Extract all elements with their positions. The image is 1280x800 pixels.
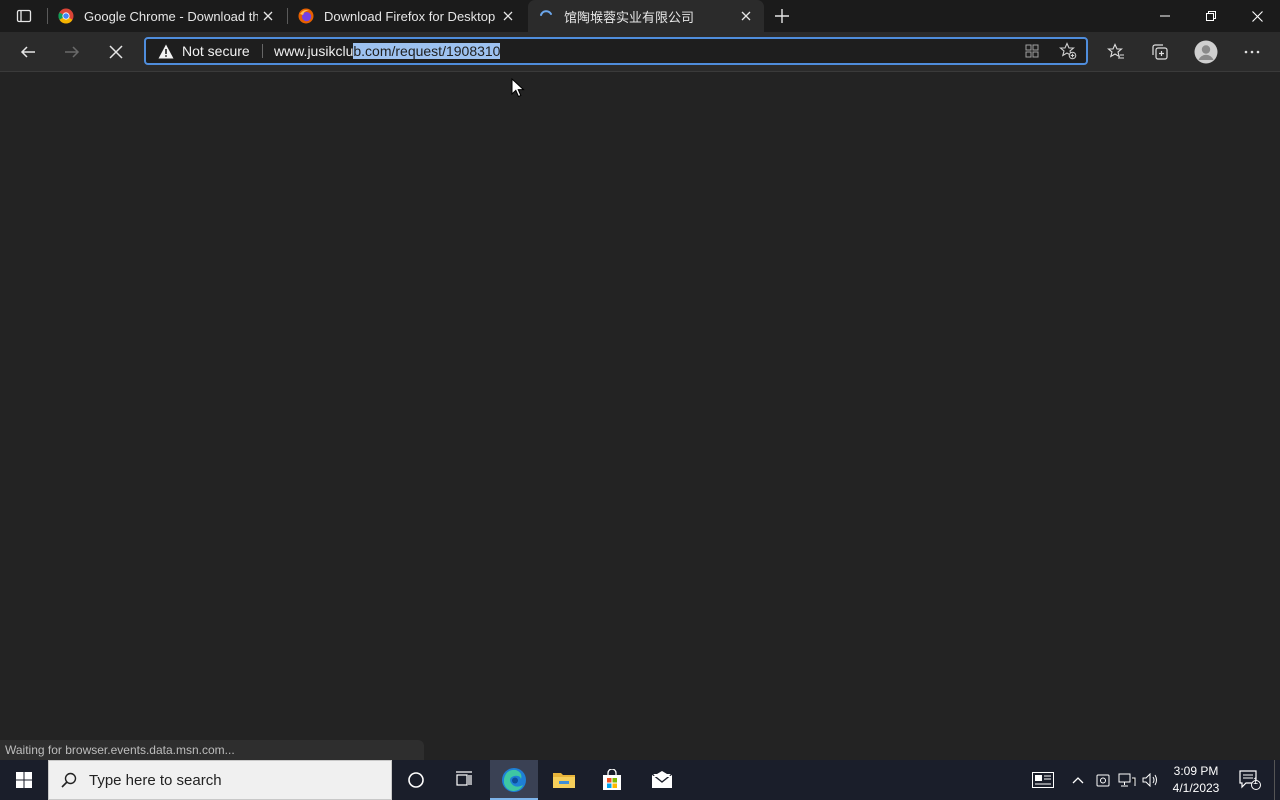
task-view-button[interactable] bbox=[440, 760, 488, 800]
app-grid-icon bbox=[1025, 44, 1039, 58]
clock-date: 4/1/2023 bbox=[1172, 781, 1220, 795]
restore-button[interactable] bbox=[1188, 0, 1234, 32]
favorites-icon bbox=[1107, 43, 1124, 59]
settings-menu-button[interactable] bbox=[1236, 36, 1268, 68]
start-button[interactable] bbox=[0, 760, 48, 800]
restore-icon bbox=[1206, 11, 1216, 21]
mouse-cursor-icon bbox=[511, 78, 525, 98]
tab-chrome[interactable]: Google Chrome - Download the bbox=[48, 0, 286, 32]
cortana-icon bbox=[408, 772, 424, 788]
minimize-button[interactable] bbox=[1142, 0, 1188, 32]
add-favorite-button[interactable] bbox=[1058, 41, 1078, 61]
network-icon bbox=[1118, 773, 1136, 787]
windows-icon bbox=[16, 772, 32, 788]
taskbar-search-box[interactable]: Type here to search bbox=[48, 760, 392, 800]
tab-firefox[interactable]: Download Firefox for Desktop — bbox=[288, 0, 526, 32]
tab-title: Google Chrome - Download the bbox=[84, 8, 258, 24]
edge-icon bbox=[502, 768, 526, 792]
navigation-toolbar: Not secure www.jusikclub.com/request/190… bbox=[0, 32, 1280, 72]
collections-icon bbox=[1152, 44, 1168, 60]
tab-title: 馆陶堠蓉实业有限公司 bbox=[564, 9, 695, 25]
network-button[interactable] bbox=[1116, 760, 1138, 800]
close-icon bbox=[1251, 10, 1263, 22]
show-hidden-icons-button[interactable] bbox=[1068, 760, 1088, 800]
meet-now-icon bbox=[1096, 774, 1110, 787]
minimize-icon bbox=[1160, 15, 1170, 17]
close-icon bbox=[109, 45, 123, 59]
volume-icon bbox=[1142, 773, 1157, 787]
taskbar: Type here to search 3:09 PM 4/1/2023 1 bbox=[0, 760, 1280, 800]
action-center-button[interactable]: 1 bbox=[1232, 760, 1268, 800]
task-view-icon bbox=[456, 771, 472, 786]
store-icon bbox=[603, 769, 621, 790]
search-icon bbox=[49, 772, 89, 788]
security-indicator-button[interactable]: Not secure bbox=[158, 39, 250, 63]
url-input[interactable]: www.jusikclub.com/request/1908310 bbox=[274, 39, 501, 63]
close-window-button[interactable] bbox=[1234, 0, 1280, 32]
favorites-button[interactable] bbox=[1100, 36, 1132, 68]
plus-icon bbox=[775, 9, 789, 23]
close-icon bbox=[503, 11, 513, 21]
url-selected-text: b.com/request/1908310 bbox=[353, 43, 501, 59]
security-label: Not secure bbox=[182, 43, 250, 59]
store-button[interactable] bbox=[588, 760, 636, 800]
tab-close-button[interactable] bbox=[498, 6, 518, 26]
back-button[interactable] bbox=[12, 36, 44, 68]
status-bar: Waiting for browser.events.data.msn.com.… bbox=[0, 740, 424, 760]
news-icon bbox=[1032, 772, 1054, 788]
tab-active-loading[interactable]: 馆陶堠蓉实业有限公司 bbox=[528, 0, 764, 32]
address-bar[interactable]: Not secure www.jusikclub.com/request/190… bbox=[144, 37, 1088, 65]
profile-button[interactable] bbox=[1190, 36, 1222, 68]
page-content bbox=[0, 72, 1280, 760]
mail-icon bbox=[651, 771, 673, 788]
tab-close-button[interactable] bbox=[258, 6, 278, 26]
chrome-favicon-icon bbox=[58, 8, 74, 24]
star-add-icon bbox=[1059, 42, 1077, 60]
mail-button[interactable] bbox=[638, 760, 686, 800]
tab-title: Download Firefox for Desktop — bbox=[324, 8, 498, 24]
volume-button[interactable] bbox=[1140, 760, 1162, 800]
edge-taskbar-button[interactable] bbox=[490, 760, 538, 800]
arrow-right-icon bbox=[65, 46, 80, 58]
stop-loading-button[interactable] bbox=[100, 36, 132, 68]
tab-actions-icon bbox=[16, 9, 32, 23]
new-tab-button[interactable] bbox=[770, 4, 794, 28]
url-text: www.jusikclu bbox=[274, 43, 354, 59]
news-widget-button[interactable] bbox=[1028, 760, 1058, 800]
clock-button[interactable]: 3:09 PM 4/1/2023 bbox=[1164, 760, 1228, 800]
folder-icon bbox=[553, 773, 575, 788]
warning-icon bbox=[158, 44, 174, 59]
arrow-left-icon bbox=[20, 46, 35, 58]
close-icon bbox=[263, 11, 273, 21]
chevron-up-icon bbox=[1072, 777, 1084, 784]
title-bar: Google Chrome - Download the Download Fi… bbox=[0, 0, 1280, 32]
notification-count: 1 bbox=[1253, 776, 1259, 786]
collections-button[interactable] bbox=[1144, 36, 1176, 68]
loading-spinner-icon bbox=[538, 8, 554, 24]
close-icon bbox=[741, 11, 751, 21]
file-explorer-button[interactable] bbox=[540, 760, 588, 800]
cortana-button[interactable] bbox=[392, 760, 440, 800]
search-placeholder: Type here to search bbox=[89, 771, 222, 789]
meet-now-button[interactable] bbox=[1092, 760, 1114, 800]
avatar-icon bbox=[1194, 40, 1218, 64]
show-desktop-button[interactable] bbox=[1274, 760, 1280, 800]
tab-actions-button[interactable] bbox=[8, 4, 40, 28]
forward-button[interactable] bbox=[56, 36, 88, 68]
app-available-button[interactable] bbox=[1022, 41, 1042, 61]
firefox-favicon-icon bbox=[298, 8, 314, 24]
clock-time: 3:09 PM bbox=[1173, 764, 1219, 778]
address-divider bbox=[262, 44, 263, 58]
more-icon bbox=[1244, 50, 1260, 54]
tab-close-button[interactable] bbox=[736, 6, 756, 26]
